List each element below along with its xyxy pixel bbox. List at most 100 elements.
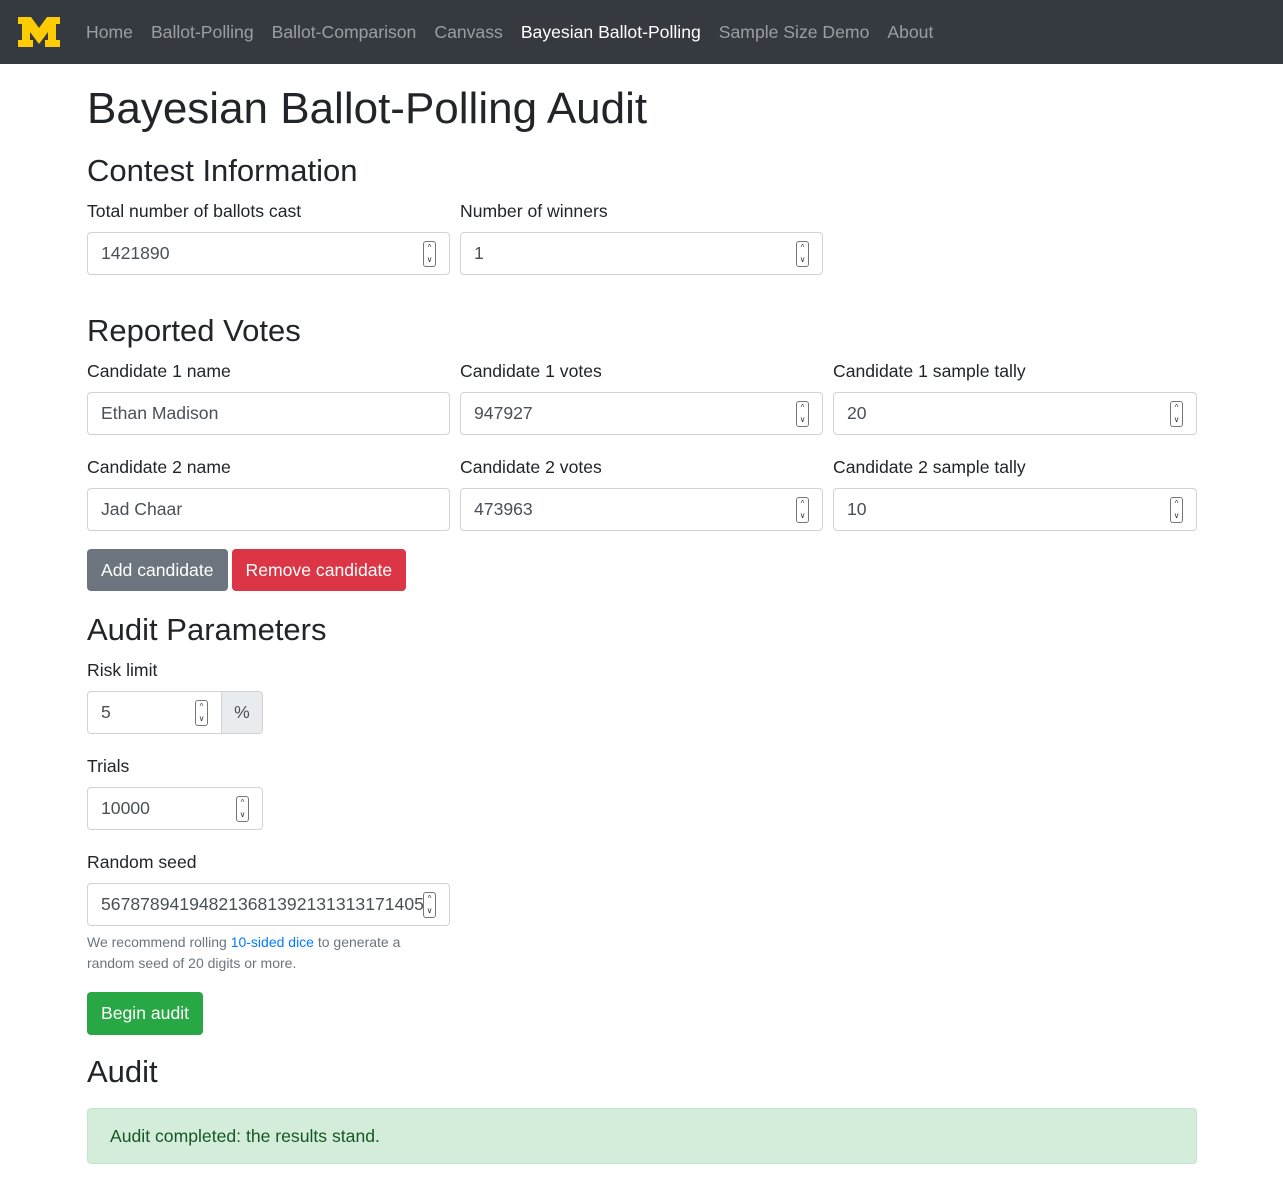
audit-heading: Audit [87,1054,158,1089]
audit-parameters-heading: Audit Parameters [87,612,327,647]
spin-up-icon[interactable]: ^ [801,242,805,254]
candidate-1-tally-spinner[interactable]: ^ ∨ [1170,400,1183,427]
seed-help-text: We recommend rolling 10-sided dice to ge… [87,932,450,974]
candidate-2-tally-value: 10 [847,499,867,519]
risk-limit-spinner[interactable]: ^ ∨ [195,699,208,726]
ballots-label: Total number of ballots cast [87,201,302,221]
candidate-1-votes-input[interactable]: 947927 ^ ∨ [460,392,823,435]
spin-down-icon[interactable]: ∨ [427,905,433,917]
candidate-2-name-input[interactable]: Jad Chaar [87,488,450,531]
dice-link[interactable]: 10-sided dice [231,934,314,950]
candidate-buttons: Add candidate Remove candidate [87,549,1197,591]
winners-group: Number of winners 1 ^ ∨ [460,200,823,275]
nav-ballot-polling[interactable]: Ballot-Polling [151,22,254,43]
random-seed-value: 567878941948213681392131313171405 [101,894,423,914]
candidate-2-tally-input[interactable]: 10 ^ ∨ [833,488,1197,531]
spin-up-icon[interactable]: ^ [428,242,432,254]
candidate-2-votes-spinner[interactable]: ^ ∨ [796,496,809,523]
trials-spinner[interactable]: ^ ∨ [236,795,249,822]
trials-group: Trials 10000 ^ ∨ [87,755,1197,830]
nav-home[interactable]: Home [86,22,133,43]
spin-up-icon[interactable]: ^ [801,498,805,510]
spin-down-icon[interactable]: ∨ [427,254,433,266]
winners-value: 1 [474,243,484,263]
nav-bayesian-ballot-polling[interactable]: Bayesian Ballot-Polling [521,22,701,43]
candidate-1-tally-value: 20 [847,403,867,423]
candidate-1-votes-spinner[interactable]: ^ ∨ [796,400,809,427]
michigan-logo-icon[interactable] [18,17,60,47]
spin-down-icon[interactable]: ∨ [240,809,246,821]
candidate-2-votes-label: Candidate 2 votes [460,457,602,477]
page-title: Bayesian Ballot-Polling Audit [87,84,648,133]
nav-sample-size-demo[interactable]: Sample Size Demo [719,22,870,43]
candidate-2-tally-group: Candidate 2 sample tally 10 ^ ∨ [833,456,1197,531]
audit-result-text: Audit completed: the results stand. [110,1125,380,1146]
spin-down-icon[interactable]: ∨ [1174,510,1180,522]
reported-votes-heading: Reported Votes [87,313,301,348]
spin-up-icon[interactable]: ^ [1175,498,1179,510]
contest-row: Total number of ballots cast 1421890 ^ ∨ … [87,200,1197,275]
trials-value: 10000 [101,798,150,818]
risk-limit-input[interactable]: 5 ^ ∨ [87,691,222,734]
help-prefix: We recommend rolling [87,934,231,950]
candidate-1-tally-group: Candidate 1 sample tally 20 ^ ∨ [833,360,1197,435]
ballots-input[interactable]: 1421890 ^ ∨ [87,232,450,275]
nav-about[interactable]: About [887,22,933,43]
spin-up-icon[interactable]: ^ [200,701,204,713]
candidate-2-votes-group: Candidate 2 votes 473963 ^ ∨ [460,456,823,531]
nav-canvass[interactable]: Canvass [434,22,502,43]
spin-down-icon[interactable]: ∨ [1174,414,1180,426]
main-container: Bayesian Ballot-Polling Audit Contest In… [87,64,1197,1164]
candidate-1-name-label: Candidate 1 name [87,361,231,381]
ballots-value: 1421890 [101,243,170,263]
candidate-1-name-group: Candidate 1 name Ethan Madison [87,360,450,435]
candidate-2-tally-label: Candidate 2 sample tally [833,457,1026,477]
winners-input[interactable]: 1 ^ ∨ [460,232,823,275]
spin-down-icon[interactable]: ∨ [800,510,806,522]
risk-limit-group: Risk limit 5 ^ ∨ % [87,659,1197,734]
spin-down-icon[interactable]: ∨ [199,713,205,725]
candidate-2-name-label: Candidate 2 name [87,457,231,477]
candidate-1-name-input[interactable]: Ethan Madison [87,392,450,435]
begin-audit-button[interactable]: Begin audit [87,992,204,1035]
spin-up-icon[interactable]: ^ [1175,402,1179,414]
contest-heading: Contest Information [87,153,358,188]
candidate-2-name-group: Candidate 2 name Jad Chaar [87,456,450,531]
winners-label: Number of winners [460,201,608,221]
candidate-2-votes-value: 473963 [474,499,533,519]
candidate-1-tally-label: Candidate 1 sample tally [833,361,1026,381]
navbar: Home Ballot-Polling Ballot-Comparison Ca… [0,0,1283,64]
candidate-1-tally-input[interactable]: 20 ^ ∨ [833,392,1197,435]
remove-candidate-button[interactable]: Remove candidate [231,549,407,591]
winners-spinner[interactable]: ^ ∨ [796,240,809,267]
random-seed-label: Random seed [87,852,197,872]
candidate-1-votes-value: 947927 [474,403,533,423]
nav-ballot-comparison[interactable]: Ballot-Comparison [272,22,417,43]
trials-label: Trials [87,756,130,776]
candidate-2-votes-input[interactable]: 473963 ^ ∨ [460,488,823,531]
spin-up-icon[interactable]: ^ [428,893,432,905]
risk-limit-input-group: 5 ^ ∨ % [87,691,263,734]
add-candidate-button[interactable]: Add candidate [87,549,228,591]
percent-addon: % [222,691,263,734]
spin-down-icon[interactable]: ∨ [800,254,806,266]
candidate-2-name-value: Jad Chaar [101,499,183,519]
trials-input[interactable]: 10000 ^ ∨ [87,787,263,830]
candidate-2-row: Candidate 2 name Jad Chaar Candidate 2 v… [87,456,1197,531]
ballots-group: Total number of ballots cast 1421890 ^ ∨ [87,200,450,275]
audit-result-alert: Audit completed: the results stand. [87,1108,1197,1164]
spin-up-icon[interactable]: ^ [801,402,805,414]
random-seed-spinner[interactable]: ^ ∨ [423,891,436,918]
candidate-1-row: Candidate 1 name Ethan Madison Candidate… [87,360,1197,435]
spin-down-icon[interactable]: ∨ [800,414,806,426]
candidate-1-votes-group: Candidate 1 votes 947927 ^ ∨ [460,360,823,435]
spin-up-icon[interactable]: ^ [241,797,245,809]
random-seed-group: Random seed 5678789419482136813921313131… [87,851,1197,974]
risk-limit-value: 5 [101,702,111,722]
candidate-2-tally-spinner[interactable]: ^ ∨ [1170,496,1183,523]
begin-audit-wrap: Begin audit [87,992,1197,1035]
candidate-1-votes-label: Candidate 1 votes [460,361,602,381]
ballots-spinner[interactable]: ^ ∨ [423,240,436,267]
candidate-1-name-value: Ethan Madison [101,403,219,423]
random-seed-input[interactable]: 567878941948213681392131313171405 ^ ∨ [87,883,450,926]
